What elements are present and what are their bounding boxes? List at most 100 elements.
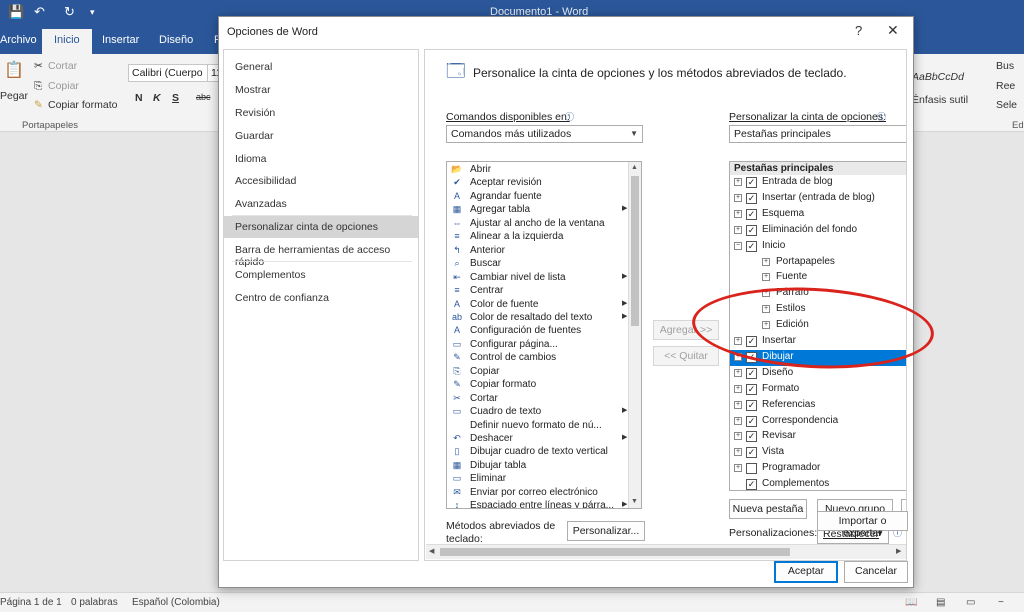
select-button[interactable]: Sele (996, 99, 1017, 111)
command-item[interactable]: ⇤ Cambiar nivel de lista ▶ (447, 272, 629, 286)
nav-item-0[interactable]: General (224, 56, 418, 78)
command-item[interactable]: ▭ Eliminar (447, 473, 629, 487)
command-item[interactable]: ⇔ Ajustar al ancho de la ventana (447, 218, 629, 232)
command-item[interactable]: ▦ Agregar tabla ▶ (447, 204, 629, 218)
horizontal-scrollbar[interactable]: ◀ ▶ (426, 544, 906, 559)
command-item[interactable]: ↰ Anterior (447, 245, 629, 259)
scroll-left-icon[interactable]: ◀ (429, 547, 434, 555)
tree-item[interactable]: + Edición (730, 318, 906, 334)
command-item[interactable]: Definir nuevo formato de nú... (447, 420, 629, 434)
tree-item[interactable]: + Fuente (730, 270, 906, 286)
expand-icon[interactable]: + (762, 321, 770, 330)
command-item[interactable]: ▦ Dibujar tabla (447, 460, 629, 474)
tab-checkbox[interactable] (746, 463, 757, 475)
expand-icon[interactable]: + (734, 337, 742, 345)
command-item[interactable]: ✎ Copiar formato (447, 379, 629, 393)
tab-archivo[interactable]: Archivo (0, 34, 37, 46)
expand-icon[interactable]: + (734, 416, 742, 425)
customize-shortcuts-button[interactable]: Personalizar... (567, 521, 645, 541)
cancel-button[interactable]: Cancelar (844, 561, 908, 583)
tab-checkbox[interactable]: ✓ (746, 383, 757, 395)
ribbon-tabs-tree[interactable]: Pestañas principales + ✓ Entrada de blog + ✓… (729, 161, 906, 491)
commands-info-icon[interactable]: ⓘ (565, 110, 574, 123)
commands-dropdown[interactable]: Comandos más utilizados ▼ (446, 125, 643, 143)
expand-icon[interactable]: + (734, 178, 742, 186)
tab-checkbox[interactable]: ✓ (746, 447, 757, 459)
tree-item[interactable]: + Estilos (730, 302, 906, 318)
collapse-icon[interactable]: − (734, 241, 742, 250)
command-item[interactable]: ✉ Enviar por correo electrónico (447, 487, 629, 501)
expand-icon[interactable]: + (762, 257, 770, 266)
tab-checkbox[interactable]: ✓ (746, 399, 757, 411)
nav-item-6[interactable]: Avanzadas (224, 193, 418, 215)
format-painter-button[interactable]: Copiar formato (48, 99, 117, 111)
command-item[interactable]: ab Color de resaltado del texto ▶ (447, 312, 629, 326)
save-icon[interactable]: 💾 (8, 4, 24, 20)
tab-inicio[interactable]: Inicio (42, 29, 92, 54)
command-item[interactable]: ↶ Deshacer ▶ (447, 433, 629, 447)
command-item[interactable]: ⎘ Copiar (447, 366, 629, 380)
tab-checkbox[interactable]: ✓ (746, 415, 757, 427)
find-button[interactable]: Bus (996, 60, 1014, 72)
command-item[interactable]: ▭ Configurar página... (447, 339, 629, 353)
expand-icon[interactable]: + (734, 209, 742, 218)
tab-diseno[interactable]: Diseño (159, 34, 193, 46)
tree-item[interactable]: + ✓ Correspondencia (730, 414, 906, 430)
expand-icon[interactable]: + (734, 352, 742, 361)
add-button[interactable]: Agregar >> (653, 320, 719, 340)
command-item[interactable]: ▯ Dibujar cuadro de texto vertical (447, 446, 629, 460)
page-count[interactable]: Página 1 de 1 (0, 597, 62, 608)
nav-item-3[interactable]: Guardar (224, 125, 418, 147)
commands-list-scrollbar[interactable]: ▲ ▼ (628, 162, 641, 508)
nav-item-10[interactable]: Centro de confianza (224, 287, 418, 309)
nav-item-8[interactable]: Barra de herramientas de acceso rápido (224, 239, 418, 268)
tree-item[interactable]: + ✓ Revisar (730, 429, 906, 445)
command-item[interactable]: ≡ Alinear a la izquierda (447, 231, 629, 245)
zoom-out-icon[interactable]: − (998, 597, 1004, 608)
tree-item[interactable]: + ✓ Referencias (730, 398, 906, 414)
font-name-box[interactable]: Calibri (Cuerpo (128, 64, 208, 82)
tree-item[interactable]: + ✓ Insertar (730, 334, 906, 350)
nav-item-7[interactable]: Personalizar cinta de opciones (224, 216, 418, 238)
tab-insertar[interactable]: Insertar (102, 34, 139, 46)
ok-button[interactable]: Aceptar (774, 561, 838, 583)
expand-icon[interactable]: + (734, 432, 742, 441)
italic-button[interactable]: K (153, 92, 161, 104)
commands-list[interactable]: ▲ ▼ 📂 Abrir ✔ Aceptar revisión A Agrandar fue… (446, 161, 642, 509)
bold-button[interactable]: N (135, 92, 143, 104)
tree-item[interactable]: + ✓ Vista (730, 445, 906, 461)
tree-item[interactable]: + Portapapeles (730, 255, 906, 271)
tree-item[interactable]: + ✓ Eliminación del fondo (730, 223, 906, 239)
nav-item-5[interactable]: Accesibilidad (224, 170, 418, 192)
tab-checkbox[interactable]: ✓ (746, 431, 757, 443)
expand-icon[interactable]: + (734, 464, 742, 473)
web-layout-icon[interactable]: ▭ (966, 597, 975, 608)
tree-item[interactable]: + Párrafo (730, 286, 906, 302)
expand-icon[interactable]: + (734, 448, 742, 457)
print-layout-icon[interactable]: ▤ (936, 597, 945, 608)
nav-item-1[interactable]: Mostrar (224, 79, 418, 101)
style-name[interactable]: Énfasis sutil (912, 94, 968, 106)
underline-button[interactable]: S (172, 92, 179, 104)
tree-item[interactable]: + ✓ Insertar (entrada de blog) (730, 191, 906, 207)
close-icon[interactable]: ✕ (887, 22, 899, 39)
cut-button[interactable]: Cortar (48, 60, 77, 72)
customize-quick-access-icon[interactable]: ▾ (90, 7, 95, 18)
nav-item-2[interactable]: Revisión (224, 102, 418, 124)
scroll-up-icon[interactable]: ▲ (631, 164, 638, 171)
redo-icon[interactable]: ↻ (64, 4, 75, 20)
tree-item[interactable]: + ✓ Dibujar (730, 349, 906, 366)
tab-checkbox[interactable]: ✓ (746, 208, 757, 220)
tab-checkbox[interactable]: ✓ (746, 240, 757, 252)
tree-item[interactable]: + ✓ Esquema (730, 207, 906, 223)
scroll-down-icon[interactable]: ▼ (631, 498, 638, 505)
tab-checkbox[interactable]: ✓ (746, 367, 757, 379)
tree-item[interactable]: + ✓ Entrada de blog (730, 175, 906, 191)
horizontal-scroll-thumb[interactable] (440, 548, 790, 556)
expand-icon[interactable]: + (762, 273, 770, 282)
expand-icon[interactable]: + (762, 305, 770, 314)
tab-checkbox[interactable]: ✓ (746, 479, 757, 490)
customize-ribbon-dropdown[interactable]: Pestañas principales (729, 125, 906, 143)
paste-button[interactable]: Pegar (0, 90, 28, 102)
scroll-right-icon[interactable]: ▶ (896, 547, 901, 555)
